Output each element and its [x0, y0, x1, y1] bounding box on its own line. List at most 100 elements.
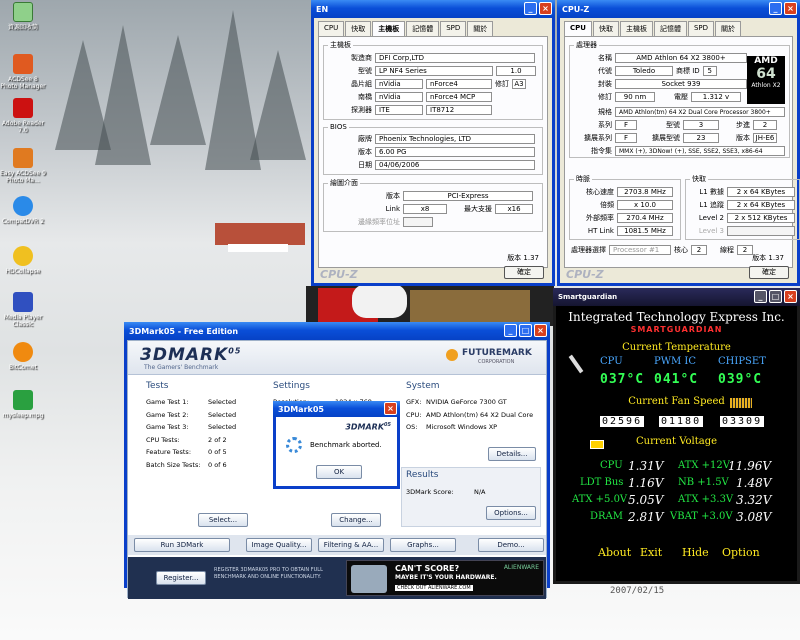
registration-bar: Register... REGISTER 3DMARK05 PRO TO OBT… — [128, 557, 546, 599]
desktop-icon-bitcomet[interactable]: BitComet — [0, 342, 46, 371]
desktop-icon-video-file[interactable]: mysleep.mpg — [0, 390, 46, 419]
desktop-icon-recycle-bin[interactable]: 資源回收筒 — [0, 2, 46, 31]
company-name: Integrated Technology Express Inc. — [568, 310, 785, 324]
desktop-icon-acdsee[interactable]: ACDSee 8 Photo Manager — [0, 54, 46, 90]
exit-button[interactable]: Exit — [640, 546, 662, 559]
option-button[interactable]: Option — [722, 546, 760, 559]
minimize-icon[interactable]: _ — [754, 290, 767, 303]
app-icon — [13, 246, 33, 266]
tab-spd[interactable]: SPD — [687, 21, 715, 36]
close-icon[interactable]: × — [384, 402, 397, 415]
about-button[interactable]: About — [598, 546, 631, 559]
tab-mainboard[interactable]: 主機板 — [619, 21, 653, 36]
loading-spinner-icon — [286, 437, 302, 453]
maximize-icon[interactable]: □ — [519, 324, 532, 337]
cache-group: 快取 L1 數據 2 x 64 KBytes L1 追蹤 2 x 64 KBytes… — [685, 174, 800, 240]
tab-memory[interactable]: 記憶體 — [406, 21, 440, 36]
tab-memory[interactable]: 記憶體 — [653, 21, 687, 36]
hide-button[interactable]: Hide — [682, 546, 709, 559]
cpu-temperature: 037°C — [600, 372, 645, 387]
tab-strip: CPU 快取 主機板 記憶體 SPD 關於 — [560, 18, 797, 37]
title-bar[interactable]: 3DMark05 × — [273, 401, 400, 417]
thermometer-icon — [568, 354, 584, 374]
tab-spd[interactable]: SPD — [440, 21, 467, 36]
tab-cpu[interactable]: CPU — [318, 21, 345, 36]
3dmark-logo: 3DMARK05 — [345, 422, 391, 432]
close-icon[interactable]: × — [784, 2, 797, 15]
demo-button[interactable]: Demo... — [478, 538, 544, 552]
3dmark-logo: 3DMARK05 — [140, 345, 242, 365]
cpuz-logo: CPU-Z — [566, 268, 604, 281]
tab-panel: 主機板 製造商 DFI Corp,LTD 型號 LP NF4 Series 1.0 晶… — [318, 36, 548, 268]
graphs-button[interactable]: Graphs... — [390, 538, 456, 552]
fan1-speed: 02596 — [600, 416, 645, 427]
image-quality-button[interactable]: Image Quality... — [246, 538, 312, 552]
fan3-speed: 03309 — [720, 416, 765, 427]
amd-athlon-logo: AMD 64 Athlon X2 — [747, 56, 785, 104]
filtering-aa-button[interactable]: Filtering & AA... — [318, 538, 384, 552]
title-bar[interactable]: CPU-Z _ × — [557, 0, 800, 18]
tab-cache[interactable]: 快取 — [345, 21, 372, 36]
tab-about[interactable]: 關於 — [467, 21, 494, 36]
adobe-reader-icon — [13, 98, 33, 118]
pwm-temperature: 041°C — [654, 372, 699, 387]
details-button[interactable]: Details... — [488, 447, 536, 461]
ok-button[interactable]: OK — [316, 465, 362, 479]
desktop-icon-acdsee-9[interactable]: Easy ACDSee 9 Photo Ma... — [0, 148, 46, 184]
run-3dmark-button[interactable]: Run 3DMark — [134, 538, 230, 552]
minimize-icon[interactable]: _ — [769, 2, 782, 15]
acdsee-icon — [13, 54, 33, 74]
tab-panel: 處理器 AMD 64 Athlon X2 名稱 AMD Athlon 64 X2 … — [564, 36, 800, 268]
register-button[interactable]: Register... — [156, 571, 206, 585]
maximize-icon[interactable]: □ — [769, 290, 782, 303]
title-bar[interactable]: Smartguardian _ □ × — [553, 288, 800, 306]
cpuz-logo: CPU-Z — [320, 268, 358, 281]
manufacturer-value: DFI Corp,LTD — [375, 52, 535, 63]
desktop-icon-dvr[interactable]: CompatDVR 2 — [0, 196, 46, 225]
product-name: SMARTGUARDIAN — [630, 325, 723, 334]
action-bar: Run 3DMark Image Quality... Filtering & … — [128, 535, 546, 555]
select-tests-button[interactable]: Select... — [198, 513, 248, 527]
title-bar[interactable]: EN _ × — [311, 0, 555, 18]
processor-select[interactable]: Processor #1 — [609, 244, 671, 255]
tab-mainboard[interactable]: 主機板 — [372, 21, 406, 37]
tab-cache[interactable]: 快取 — [592, 21, 619, 36]
tab-strip: CPU 快取 主機板 記憶體 SPD 關於 — [314, 18, 552, 37]
change-settings-button[interactable]: Change... — [331, 513, 381, 527]
alienware-ad[interactable]: CAN'T SCORE? MAYBE IT'S YOUR HARDWARE. C… — [346, 560, 544, 596]
desktop-icon-hdcollapse[interactable]: HDCollapse — [0, 246, 46, 275]
chipset-temperature: 039°C — [718, 372, 763, 387]
fan2-speed: 01180 — [659, 416, 704, 427]
bitcomet-icon — [13, 342, 33, 362]
close-icon[interactable]: × — [534, 324, 547, 337]
minimize-icon[interactable]: _ — [504, 324, 517, 337]
desktop-icon-adobe-reader[interactable]: Adobe Reader 7.0 — [0, 98, 46, 134]
processor-group: 處理器 AMD 64 Athlon X2 名稱 AMD Athlon 64 X2 … — [569, 40, 790, 158]
system-list: GFX: NVIDIA GeForce 7300 GT CPU: AMD Athlo… — [406, 398, 534, 432]
recycle-bin-icon — [13, 2, 33, 22]
dvr-icon — [13, 196, 33, 216]
tab-cpu[interactable]: CPU — [564, 21, 592, 37]
acdsee-icon — [13, 148, 33, 168]
graphic-interface-group: 繪圖介面 版本 PCI-Express Link x8 最大支援 x16 邊緣頻率位址 — [323, 178, 543, 232]
mainboard-group: 主機板 製造商 DFI Corp,LTD 型號 LP NF4 Series 1.0 晶… — [323, 40, 543, 120]
settings-heading: Settings — [273, 381, 310, 391]
cpu-name-value: AMD Athlon 64 X2 3800+ — [615, 52, 747, 63]
options-button[interactable]: Options... — [486, 506, 536, 520]
chip-icon — [730, 398, 752, 408]
system-heading: System — [406, 381, 440, 391]
close-icon[interactable]: × — [784, 290, 797, 303]
title-bar[interactable]: 3DMark05 - Free Edition _ □ × — [124, 322, 550, 340]
minimize-icon[interactable]: _ — [524, 2, 537, 15]
close-icon[interactable]: × — [539, 2, 552, 15]
futuremark-icon — [446, 349, 458, 361]
ok-button[interactable]: 確定 — [749, 266, 789, 279]
wallpaper-date-stamp: 2007/02/15 — [610, 586, 665, 596]
tab-about[interactable]: 關於 — [715, 21, 742, 36]
chipset-value: nForce4 — [426, 78, 492, 89]
desktop-icon-media-player[interactable]: Media Player Classic — [0, 292, 46, 328]
battery-icon — [590, 440, 604, 449]
bios-group: BIOS 廠牌 Phoenix Technologies, LTD 版本 6.00 … — [323, 123, 543, 175]
version-label: 版本 1.37 — [507, 254, 539, 262]
ok-button[interactable]: 確定 — [504, 266, 544, 279]
